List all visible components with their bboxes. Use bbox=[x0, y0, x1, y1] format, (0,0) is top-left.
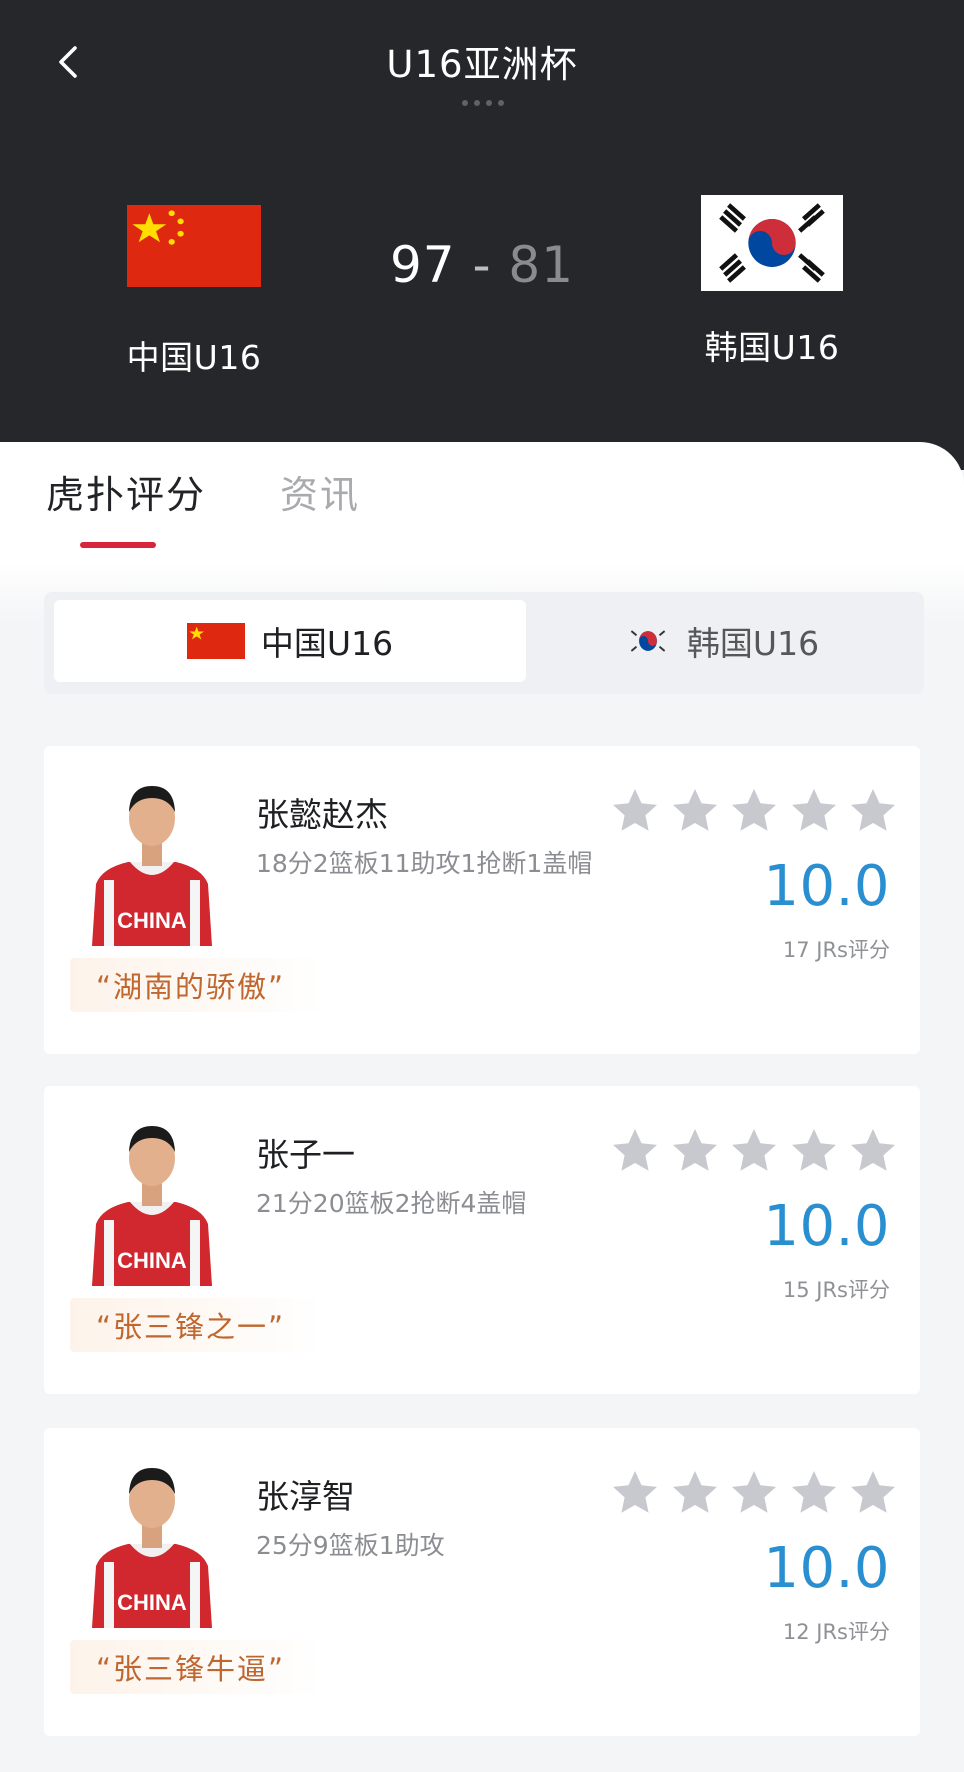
title-subtitle-decoration bbox=[440, 92, 526, 114]
player-avatar: CHINA bbox=[92, 786, 212, 946]
china-flag-icon bbox=[186, 623, 245, 659]
korea-flag bbox=[701, 195, 843, 291]
player-stats: 25分9篮板1助攻 bbox=[256, 1531, 445, 1560]
tab-news[interactable]: 资讯 bbox=[280, 464, 360, 519]
star-icon[interactable] bbox=[729, 1126, 779, 1176]
rating-stars[interactable] bbox=[610, 1126, 898, 1182]
team-switch-korea[interactable]: 韩国U16 bbox=[526, 600, 918, 682]
star-icon[interactable] bbox=[848, 1126, 898, 1176]
star-icon[interactable] bbox=[729, 1468, 779, 1518]
main-tabs: 虎扑评分 资讯 bbox=[0, 464, 964, 544]
rating-count: 12 JRs评分 bbox=[782, 1620, 890, 1644]
player-name: 张子一 bbox=[256, 1135, 355, 1174]
star-icon[interactable] bbox=[670, 786, 720, 836]
rating-stars[interactable] bbox=[610, 786, 898, 842]
jersey-text: CHINA bbox=[117, 908, 187, 933]
star-icon[interactable] bbox=[848, 786, 898, 836]
star-icon[interactable] bbox=[789, 1468, 839, 1518]
player-name: 张淳智 bbox=[256, 1477, 355, 1516]
star-icon[interactable] bbox=[670, 1468, 720, 1518]
player-rating: 10.0 bbox=[763, 1536, 890, 1601]
match-header: U16亚洲杯 中国U16 97 - 81 韩国U16 bbox=[0, 0, 964, 470]
team-switch-china-label: 中国U16 bbox=[260, 624, 394, 663]
top-comment[interactable]: “张三锋牛逼” bbox=[70, 1640, 326, 1694]
jersey-text: CHINA bbox=[117, 1248, 187, 1273]
player-rating: 10.0 bbox=[763, 854, 890, 919]
player-avatar: CHINA bbox=[92, 1126, 212, 1286]
team-switch-china[interactable]: 中国U16 bbox=[54, 600, 526, 682]
player-card[interactable]: CHINA 张淳智 25分9篮板1助攻 10.0 12 JRs评分 “张三锋牛逼… bbox=[44, 1428, 920, 1736]
player-stats: 18分2篮板11助攻1抢断1盖帽 bbox=[256, 849, 593, 878]
star-icon[interactable] bbox=[848, 1468, 898, 1518]
star-icon[interactable] bbox=[729, 786, 779, 836]
home-score: 97 bbox=[389, 236, 456, 294]
tab-hupu-rating[interactable]: 虎扑评分 bbox=[46, 464, 206, 519]
player-name: 张懿赵杰 bbox=[256, 795, 388, 834]
rating-count: 15 JRs评分 bbox=[782, 1278, 890, 1302]
top-comment[interactable]: “张三锋之一” bbox=[70, 1298, 326, 1352]
star-icon[interactable] bbox=[789, 1126, 839, 1176]
rating-stars[interactable] bbox=[610, 1468, 898, 1524]
star-icon[interactable] bbox=[610, 1468, 660, 1518]
jersey-text: CHINA bbox=[117, 1590, 187, 1615]
player-card[interactable]: CHINA 张懿赵杰 18分2篮板11助攻1抢断1盖帽 10.0 17 JRs评… bbox=[44, 746, 920, 1054]
away-team[interactable]: 韩国U16 bbox=[682, 195, 862, 369]
korea-flag-icon bbox=[624, 624, 671, 658]
star-icon[interactable] bbox=[610, 786, 660, 836]
away-team-name: 韩国U16 bbox=[704, 328, 840, 367]
player-avatar: CHINA bbox=[92, 1468, 212, 1628]
active-tab-indicator bbox=[80, 542, 156, 548]
rating-count: 17 JRs评分 bbox=[782, 938, 890, 962]
team-switch: 中国U16 韩国U16 bbox=[44, 592, 924, 694]
player-rating: 10.0 bbox=[763, 1194, 890, 1259]
page-title: U16亚洲杯 bbox=[386, 43, 578, 86]
star-icon[interactable] bbox=[610, 1126, 660, 1176]
team-switch-korea-label: 韩国U16 bbox=[686, 624, 820, 663]
player-card[interactable]: CHINA 张子一 21分20篮板2抢断4盖帽 10.0 15 JRs评分 “张… bbox=[44, 1086, 920, 1394]
player-stats: 21分20篮板2抢断4盖帽 bbox=[256, 1189, 527, 1218]
star-icon[interactable] bbox=[789, 786, 839, 836]
top-comment[interactable]: “湖南的骄傲” bbox=[70, 958, 326, 1012]
score-separator: - bbox=[455, 236, 509, 294]
away-score: 81 bbox=[508, 236, 575, 294]
home-team-name: 中国U16 bbox=[126, 338, 262, 377]
star-icon[interactable] bbox=[670, 1126, 720, 1176]
